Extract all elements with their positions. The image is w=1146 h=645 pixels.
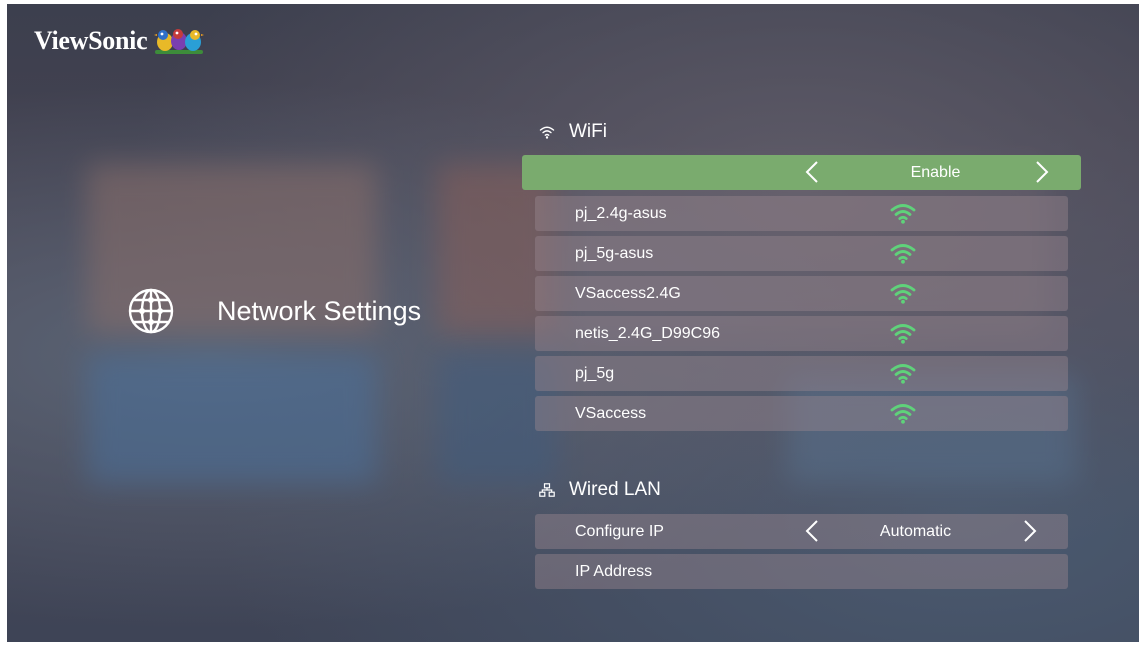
configure-ip-row[interactable]: Configure IP Automatic — [535, 514, 1068, 549]
network-settings-category: Network Settings — [127, 287, 421, 335]
chevron-right-icon[interactable] — [1035, 160, 1049, 184]
wifi-toggle-value: Enable — [910, 163, 961, 181]
wifi-icon — [539, 126, 555, 139]
wired-lan-title: Wired LAN — [569, 479, 661, 500]
wifi-signal-icon — [890, 244, 916, 264]
wifi-signal-icon — [890, 324, 916, 344]
network-ssid: VSaccess — [575, 404, 647, 422]
network-row[interactable]: netis_2.4G_D99C96 — [535, 316, 1068, 351]
brand-logo: ViewSonic — [34, 26, 205, 56]
wifi-signal-icon — [890, 364, 916, 384]
network-ssid: pj_2.4g-asus — [575, 204, 667, 222]
network-row[interactable]: VSaccess — [535, 396, 1068, 431]
ip-address-row[interactable]: IP Address — [535, 554, 1068, 589]
birds-logo-icon — [154, 29, 205, 54]
wired-lan-section-header: Wired LAN — [539, 479, 661, 501]
brand-name: ViewSonic — [34, 26, 148, 55]
network-row[interactable]: VSaccess2.4G — [535, 276, 1068, 311]
network-settings-panel: WiFi Enable pj_2.4g-asus pj_5g-asus VSac… — [522, 4, 1082, 642]
globe-icon — [128, 288, 174, 334]
wifi-title: WiFi — [569, 121, 607, 142]
network-ssid: pj_5g-asus — [575, 244, 654, 262]
wifi-toggle-row[interactable]: Enable — [522, 155, 1081, 190]
network-ssid: VSaccess2.4G — [575, 284, 681, 302]
configure-ip-value: Automatic — [879, 522, 952, 540]
network-ssid: netis_2.4G_D99C96 — [575, 324, 720, 342]
projector-screen: ViewSonic Network Settings WiFi Enable p… — [7, 4, 1139, 642]
wifi-signal-icon — [890, 204, 916, 224]
lan-icon — [539, 483, 555, 497]
wifi-signal-icon — [890, 284, 916, 304]
background-tile — [87, 354, 377, 484]
wifi-signal-icon — [890, 404, 916, 424]
network-row[interactable]: pj_2.4g-asus — [535, 196, 1068, 231]
network-row[interactable]: pj_5g — [535, 356, 1068, 391]
network-row[interactable]: pj_5g-asus — [535, 236, 1068, 271]
wifi-section-header: WiFi — [539, 121, 607, 143]
chevron-right-icon[interactable] — [1023, 519, 1037, 543]
category-title: Network Settings — [217, 295, 422, 326]
network-ssid: pj_5g — [575, 364, 615, 382]
ip-address-label: IP Address — [575, 562, 653, 580]
